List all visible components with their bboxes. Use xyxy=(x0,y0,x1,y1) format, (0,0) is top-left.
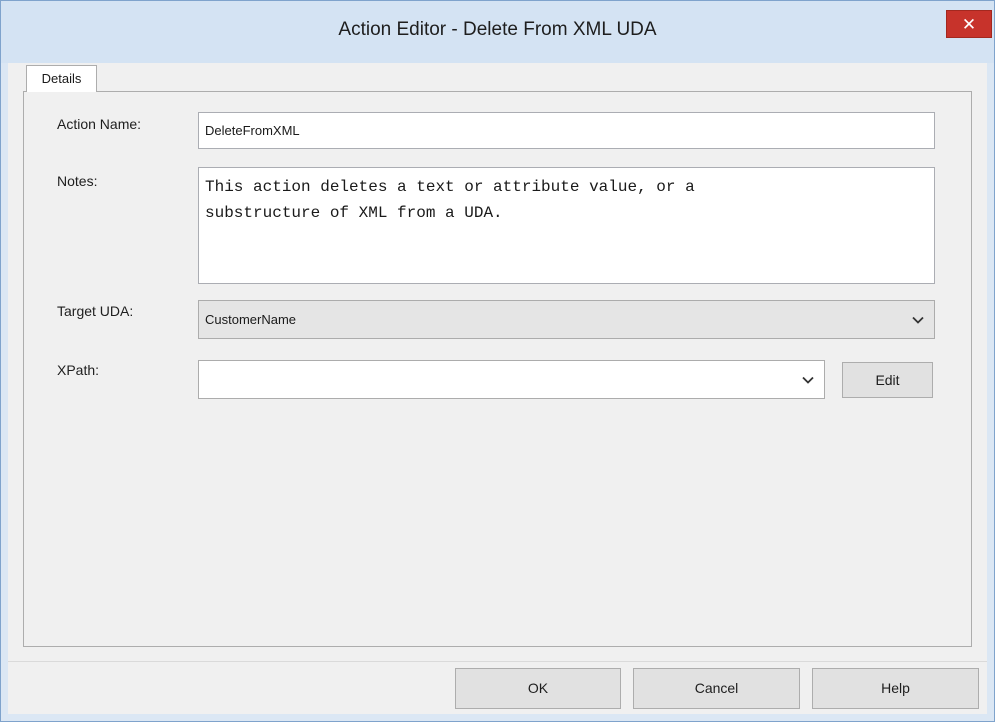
close-button[interactable]: ✕ xyxy=(946,10,992,38)
button-bar-separator xyxy=(8,661,987,662)
cancel-button[interactable]: Cancel xyxy=(633,668,800,709)
target-uda-dropdown[interactable]: CustomerName xyxy=(198,300,935,339)
edit-xpath-button[interactable]: Edit xyxy=(842,362,933,398)
action-name-label: Action Name: xyxy=(57,116,142,132)
details-tab-page: Action Name: DeleteFromXML Notes: This a… xyxy=(23,91,972,647)
window-title: Action Editor - Delete From XML UDA xyxy=(338,19,657,40)
chevron-down-icon xyxy=(912,316,924,324)
action-editor-window: Action Editor - Delete From XML UDA ✕ De… xyxy=(0,0,995,722)
title-bar[interactable]: Action Editor - Delete From XML UDA ✕ xyxy=(1,1,994,63)
target-uda-label: Target UDA: xyxy=(57,303,134,319)
xpath-label: XPath: xyxy=(57,362,100,378)
target-uda-value: CustomerName xyxy=(205,312,297,327)
action-name-field[interactable]: DeleteFromXML xyxy=(198,112,935,149)
close-icon: ✕ xyxy=(961,15,977,34)
help-button[interactable]: Help xyxy=(812,668,979,709)
xpath-combobox[interactable] xyxy=(198,360,825,399)
tab-details[interactable]: Details xyxy=(26,65,97,92)
notes-field[interactable]: This action deletes a text or attribute … xyxy=(198,167,935,284)
chevron-down-icon[interactable] xyxy=(802,376,814,384)
dialog-client-area: Details Action Name: DeleteFromXML Notes… xyxy=(8,63,987,714)
ok-button[interactable]: OK xyxy=(455,668,621,709)
notes-label: Notes: xyxy=(57,173,98,189)
